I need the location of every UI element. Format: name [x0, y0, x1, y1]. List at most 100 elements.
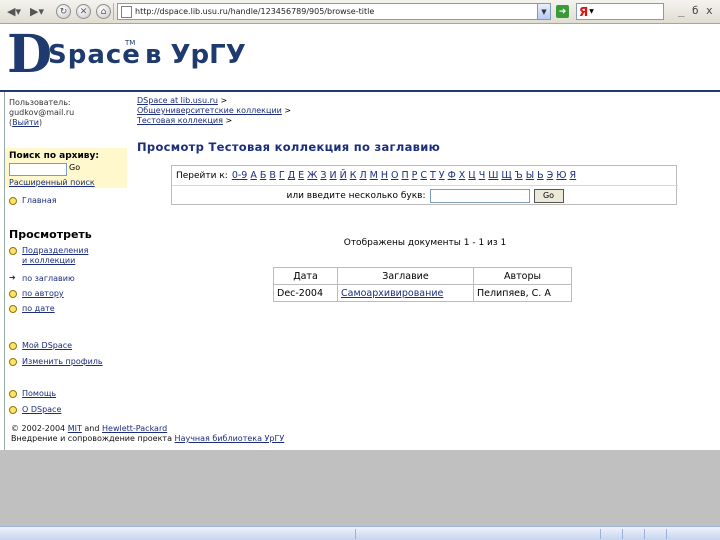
items-table: Дата Заглавие Авторы Dec-2004 Самоархиви…: [273, 267, 572, 302]
yandex-dropdown-icon[interactable]: ▼: [589, 8, 594, 15]
by-date-link[interactable]: по дате: [22, 304, 55, 314]
forward-button[interactable]: ▶▾: [27, 3, 47, 19]
jump-letter-link[interactable]: А: [250, 170, 257, 181]
row-title-link[interactable]: Самоархивирование: [341, 288, 443, 299]
jump-letter-link[interactable]: Э: [547, 170, 554, 181]
jump-letter-link[interactable]: У: [439, 170, 445, 181]
advanced-search-link[interactable]: Расширенный поиск: [9, 178, 95, 187]
address-url[interactable]: http://dspace.lib.usu.ru/handle/12345678…: [135, 7, 537, 16]
jump-label: Перейти к:: [176, 170, 228, 181]
nav-by-author[interactable]: по автору: [9, 289, 64, 299]
jump-or-label: или введите несколько букв:: [286, 190, 426, 201]
jump-letter-link[interactable]: Ю: [556, 170, 566, 181]
row-authors: Пелипяев, С. А: [473, 284, 572, 302]
nav-edit-profile[interactable]: Изменить профиль: [9, 357, 103, 367]
jump-letter-link[interactable]: П: [401, 170, 408, 181]
jump-letter-link[interactable]: Й: [340, 170, 347, 181]
back-button[interactable]: ◀▾: [4, 3, 24, 19]
jump-letter-link[interactable]: Ы: [526, 170, 534, 181]
jump-letters-input[interactable]: [429, 188, 530, 203]
footer-library-link[interactable]: Научная библиотека УрГУ: [175, 434, 285, 443]
communities-link-line2[interactable]: и коллекции: [22, 256, 75, 265]
footer-hp-link[interactable]: Hewlett-Packard: [102, 424, 167, 433]
jump-letter-link[interactable]: З: [320, 170, 326, 181]
jump-letter-link[interactable]: Ж: [307, 170, 317, 181]
communities-link-line1[interactable]: Подразделения: [22, 246, 88, 255]
jump-letter-link[interactable]: М: [370, 170, 378, 181]
status-bar: [0, 526, 720, 540]
go-arrow-icon[interactable]: ➜: [556, 5, 569, 18]
nav-home[interactable]: Главная: [9, 196, 57, 206]
breadcrumb-home[interactable]: DSpace at lib.usu.ru: [137, 96, 218, 105]
bullet-icon: [9, 406, 17, 414]
col-authors-header[interactable]: Авторы: [473, 267, 572, 285]
jump-letter-link[interactable]: О: [391, 170, 398, 181]
user-email: gudkov@mail.ru: [9, 108, 75, 117]
close-button[interactable]: x: [706, 4, 713, 17]
left-nav: Пользователь: gudkov@mail.ru (Выйти) Пои…: [5, 92, 127, 415]
minimize-button[interactable]: _: [678, 4, 685, 17]
showing-count: Отображены документы 1 - 1 из 1: [343, 238, 507, 248]
search-go-button[interactable]: Go: [69, 163, 80, 172]
jump-letter-link[interactable]: Щ: [501, 170, 511, 181]
breadcrumb-sep: >: [284, 106, 292, 115]
jump-letter-link[interactable]: Т: [430, 170, 436, 181]
jump-letter-link[interactable]: Г: [279, 170, 285, 181]
address-dropdown-icon[interactable]: ▼: [537, 4, 550, 19]
jump-letter-link[interactable]: Я: [570, 170, 577, 181]
address-bar[interactable]: http://dspace.lib.usu.ru/handle/12345678…: [117, 3, 551, 20]
jump-letter-link[interactable]: Ш: [488, 170, 498, 181]
yandex-search-box[interactable]: Я ▼: [576, 3, 664, 20]
jump-letter-link[interactable]: Л: [359, 170, 366, 181]
jump-letter-link[interactable]: Ч: [479, 170, 486, 181]
nav-about[interactable]: О DSpace: [9, 405, 61, 415]
col-date-header[interactable]: Дата: [273, 267, 338, 285]
jump-letter-link[interactable]: Ф: [448, 170, 456, 181]
maximize-button[interactable]: б: [692, 4, 699, 17]
jump-go-button[interactable]: Go: [533, 188, 564, 203]
footer-mit-link[interactable]: MIT: [68, 424, 82, 433]
jump-letter-link[interactable]: Ц: [468, 170, 475, 181]
edit-profile-link[interactable]: Изменить профиль: [22, 357, 103, 367]
jump-letter-link[interactable]: Ь: [537, 170, 544, 181]
yandex-logo[interactable]: Я: [579, 5, 588, 19]
user-box: Пользователь: gudkov@mail.ru (Выйти): [9, 98, 125, 128]
nav-by-title[interactable]: ➜ по заглавию: [9, 274, 75, 284]
help-link[interactable]: Помощь: [22, 389, 56, 399]
search-box: Поиск по архиву: Go Расширенный поиск: [5, 148, 127, 188]
logout-link[interactable]: Выйти: [12, 118, 39, 127]
jump-letter-link[interactable]: Е: [298, 170, 304, 181]
home-icon[interactable]: ⌂: [96, 4, 111, 19]
jump-letter-link[interactable]: Р: [412, 170, 418, 181]
stop-icon[interactable]: ✕: [76, 4, 91, 19]
jump-letter-link[interactable]: 0-9: [232, 170, 248, 181]
breadcrumb-community[interactable]: Общеуниверситетские коллекции: [137, 106, 282, 115]
my-dspace-link[interactable]: Мой DSpace: [22, 341, 72, 351]
jump-letter-link[interactable]: И: [329, 170, 336, 181]
jump-letter-link[interactable]: Х: [459, 170, 466, 181]
content-frame: Пользователь: gudkov@mail.ru (Выйти) Пои…: [4, 92, 718, 450]
jump-letter-link[interactable]: Б: [260, 170, 267, 181]
col-title-header[interactable]: Заглавие: [337, 267, 474, 285]
nav-communities[interactable]: Подразделения и коллекции: [9, 246, 88, 266]
jump-letter-link[interactable]: Ъ: [515, 170, 523, 181]
jump-letter-link[interactable]: Д: [288, 170, 295, 181]
home-link[interactable]: Главная: [22, 196, 57, 206]
nav-help[interactable]: Помощь: [9, 389, 56, 399]
refresh-icon[interactable]: ↻: [56, 4, 71, 19]
jump-letter-link[interactable]: С: [420, 170, 427, 181]
page-footer: © 2002-2004 MIT and Hewlett-Packard Внед…: [11, 424, 284, 444]
main-content: DSpace at lib.usu.ru > Общеуниверситетск…: [135, 92, 715, 422]
jump-letter-link[interactable]: Н: [381, 170, 388, 181]
logo-tm: TM: [125, 39, 136, 47]
breadcrumb-collection[interactable]: Тестовая коллекция: [137, 116, 223, 125]
jump-letters-row: Перейти к: 0-9 А Б В Г Д Е Ж З И Й К Л М Н О П Р С Т У Ф Х Ц Ч Ш Щ…: [172, 166, 678, 186]
about-link[interactable]: О DSpace: [22, 405, 61, 415]
bullet-icon: [9, 342, 17, 350]
by-author-link[interactable]: по автору: [22, 289, 64, 299]
nav-my-dspace[interactable]: Мой DSpace: [9, 341, 72, 351]
nav-by-date[interactable]: по дате: [9, 304, 55, 314]
search-input[interactable]: [9, 163, 67, 176]
jump-letter-link[interactable]: К: [350, 170, 357, 181]
jump-letter-link[interactable]: В: [269, 170, 276, 181]
